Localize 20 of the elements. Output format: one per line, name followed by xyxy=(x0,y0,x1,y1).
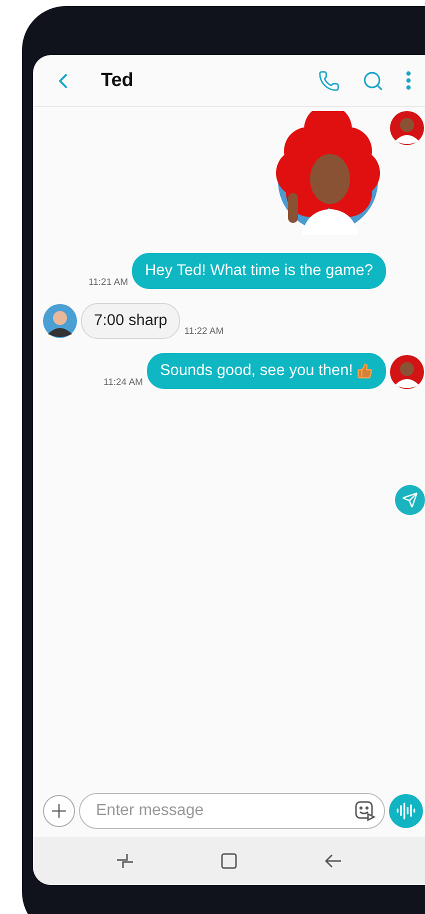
phone-icon xyxy=(318,70,340,92)
waveform-icon xyxy=(396,801,416,821)
message-text: 7:00 sharp xyxy=(94,312,168,330)
message-time: 11:22 AM xyxy=(184,326,224,337)
message-time: 11:21 AM xyxy=(88,277,128,288)
recent-apps-button[interactable] xyxy=(115,851,135,871)
sticker-icon[interactable] xyxy=(354,800,376,822)
message-time: 11:24 AM xyxy=(104,377,143,388)
message-text: Hey Ted! What time is the game? xyxy=(144,262,373,280)
send-icon xyxy=(402,492,418,508)
add-button[interactable] xyxy=(43,795,75,827)
search-icon xyxy=(362,70,384,92)
message-field[interactable]: Enter message xyxy=(79,793,385,829)
send-button[interactable] xyxy=(395,485,425,515)
message-text: Sounds good, see you then! xyxy=(160,362,353,380)
contact-name: Ted xyxy=(101,70,134,92)
home-button[interactable] xyxy=(219,851,239,871)
more-icon xyxy=(406,71,411,90)
message-input[interactable]: Enter message xyxy=(94,801,354,821)
voice-button[interactable] xyxy=(389,794,423,828)
